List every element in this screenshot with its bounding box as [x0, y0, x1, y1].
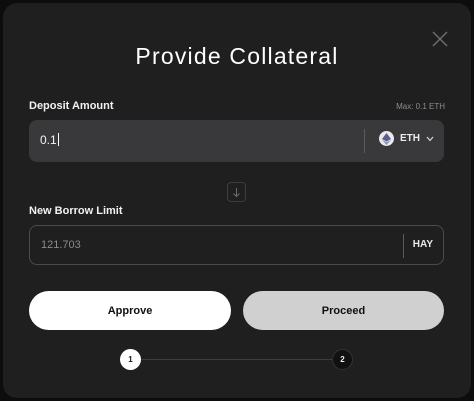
eth-icon	[379, 131, 394, 146]
token-label: ETH	[400, 133, 420, 144]
deposit-amount-input[interactable]: 0.1	[40, 133, 59, 147]
arrow-down-icon	[227, 182, 246, 202]
borrow-limit-field: 121.703 HAY	[29, 225, 444, 265]
step-2-indicator: 2	[332, 349, 353, 370]
field-divider	[403, 234, 404, 258]
new-borrow-limit-label: New Borrow Limit	[29, 205, 123, 217]
token-selector[interactable]: ETH	[379, 131, 434, 146]
text-caret	[57, 133, 59, 146]
proceed-button[interactable]: Proceed	[243, 291, 444, 330]
step-1-indicator: 1	[120, 349, 141, 370]
provide-collateral-modal: Provide Collateral Deposit Amount Max: 0…	[3, 3, 471, 398]
borrow-unit-label: HAY	[412, 239, 433, 250]
modal-title: Provide Collateral	[135, 43, 339, 69]
deposit-amount-field[interactable]: 0.1 ETH	[29, 120, 444, 162]
deposit-amount-label: Deposit Amount	[29, 100, 114, 112]
max-amount-text: Max: 0.1 ETH	[396, 102, 445, 111]
borrow-limit-value: 121.703	[41, 239, 81, 251]
chevron-down-icon	[426, 136, 434, 141]
step-progress-line	[139, 359, 337, 360]
approve-button[interactable]: Approve	[29, 291, 231, 330]
field-divider	[364, 129, 365, 153]
